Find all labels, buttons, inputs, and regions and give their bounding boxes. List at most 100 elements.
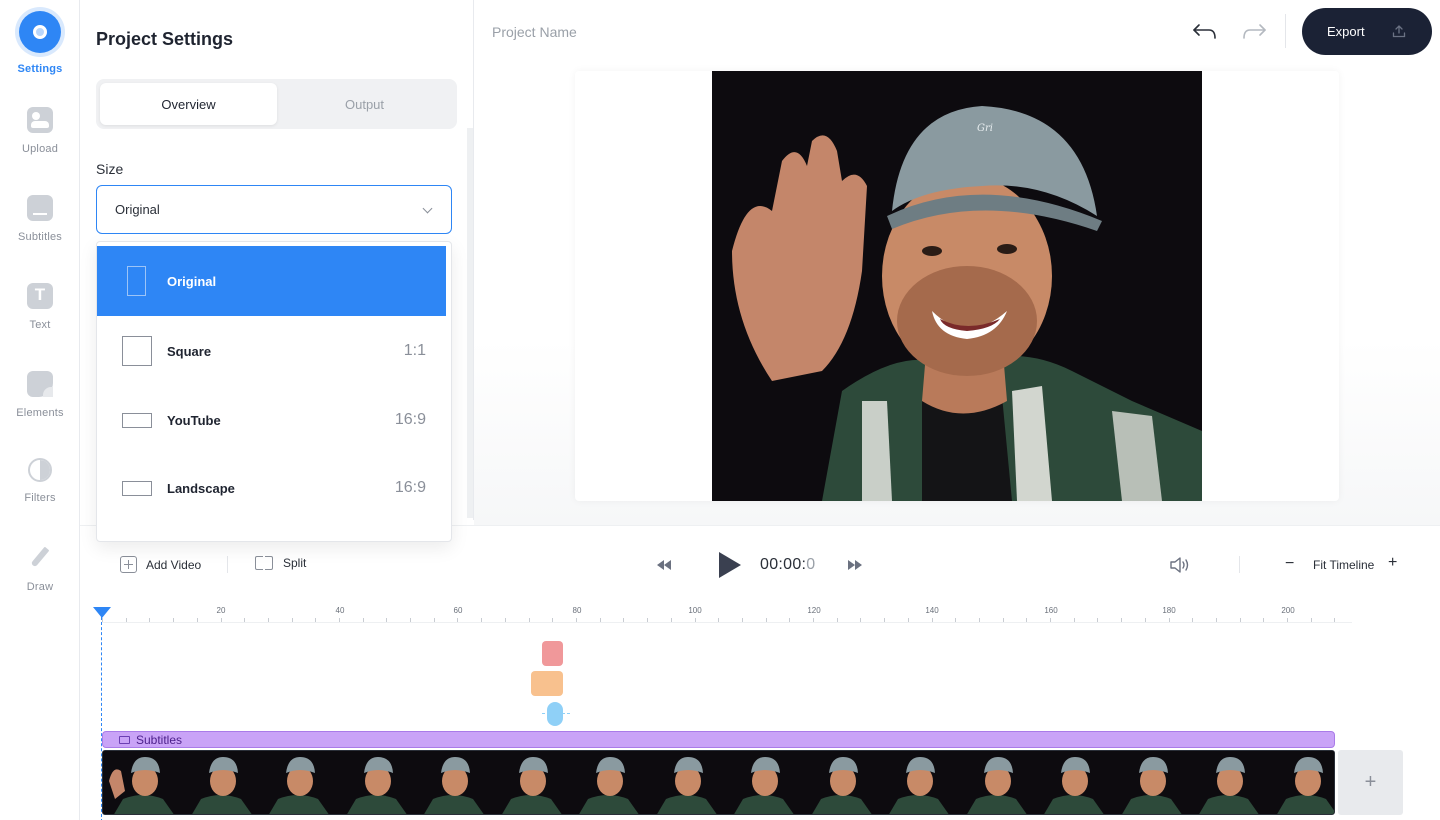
split-button[interactable]: Split [255,554,306,572]
rail-item-upload[interactable]: Upload [0,107,80,155]
playhead-knob[interactable] [93,607,111,618]
ruler-tick [742,618,743,622]
settings-icon [19,11,61,53]
video-thumbnail [413,751,491,814]
video-preview[interactable]: Gri [712,71,1202,501]
ruler-tick [339,618,340,622]
chevron-down-icon [422,203,433,214]
video-frame-image: Gri [712,71,1202,501]
play-icon[interactable] [715,550,743,580]
size-option-ratio: 16:9 [394,479,426,496]
rail-item-filters[interactable]: Filters [0,458,80,504]
ruler-tick [1192,618,1193,622]
ruler-label: 140 [925,606,939,615]
ruler-tick [1097,618,1098,622]
ruler-tick [1074,618,1075,622]
rail-item-settings[interactable]: Settings [0,11,80,75]
ruler-tick [955,618,956,622]
export-label: Export [1327,24,1365,39]
size-option-name: Square [167,343,212,359]
rail-label-filters: Filters [24,492,56,504]
size-label: Size [96,161,124,177]
settings-tabs: Overview Output [96,79,457,129]
square-frame-icon [122,336,152,366]
add-track-button[interactable]: + [1338,750,1403,815]
playhead[interactable] [93,607,111,820]
element-clip[interactable] [531,671,563,696]
ruler-tick [434,618,435,622]
timeline-ruler[interactable]: 20 40 60 80 100 120 140 160 180 200 [102,605,1352,623]
rail-item-draw[interactable]: Draw [0,545,80,593]
upload-arrow-icon [1392,25,1406,38]
ruler-tick [860,618,861,622]
text-clip[interactable] [542,641,563,666]
panel-scrollbar[interactable] [467,128,473,518]
video-thumbnail [335,751,414,814]
controls-divider [1239,556,1240,573]
rail-label-upload: Upload [21,143,59,155]
size-option-name: YouTube [167,412,221,428]
size-option-ratio: 1:1 [403,342,426,359]
fit-timeline-button[interactable]: Fit Timeline [1313,558,1374,572]
ruler-tick [173,618,174,622]
video-track[interactable] [102,750,1335,815]
size-select-value: Original [115,202,160,217]
ruler-tick [576,618,577,622]
timecode-main: 00:00: [760,556,807,573]
zoom-in-button[interactable]: + [1388,554,1397,572]
ruler-tick [600,618,601,622]
subtitle-track[interactable]: Subtitles [102,731,1335,748]
ruler-label: 20 [216,606,226,615]
tab-overview[interactable]: Overview [100,83,277,125]
ruler-tick [315,618,316,622]
size-option-landscape[interactable]: Landscape 16:9 [97,453,446,523]
size-option-youtube[interactable]: YouTube 16:9 [97,385,446,455]
audio-clip[interactable] [547,702,563,726]
size-option-name: Original [167,273,217,289]
project-name[interactable]: Project Name [492,24,577,40]
ruler-tick [1121,618,1122,622]
size-option-original[interactable]: Original [97,246,446,316]
subtitles-icon [119,735,130,744]
ruler-label: 120 [807,606,821,615]
video-thumbnail [1110,751,1189,814]
ruler-tick [837,618,838,622]
ruler-label: 60 [453,606,463,615]
ruler-tick [1169,618,1170,622]
playhead-line [101,617,102,820]
undo-icon[interactable] [1191,22,1219,42]
volume-icon[interactable] [1168,555,1192,575]
size-option-name: Landscape [167,480,235,496]
text-icon [27,283,53,309]
rail-item-elements[interactable]: Elements [0,371,80,419]
rail-label-subtitles: Subtitles [18,231,62,243]
tab-output[interactable]: Output [276,83,453,125]
rail-item-subtitles[interactable]: Subtitles [0,195,80,243]
rail-label-draw: Draw [26,581,54,593]
export-button[interactable]: Export [1302,8,1432,55]
topbar-divider [1285,14,1286,48]
video-thumbnail [723,751,801,814]
subtitles-icon [27,195,53,221]
ruler-label: 180 [1162,606,1176,615]
ruler-tick [932,618,933,622]
size-option-square[interactable]: Square 1:1 [97,316,446,386]
size-select[interactable]: Original [96,185,452,234]
ruler-tick [268,618,269,622]
rail-item-text[interactable]: Text [0,283,80,331]
ruler-tick [410,618,411,622]
fast-forward-icon[interactable] [847,558,863,572]
rail-label-settings: Settings [17,63,63,75]
rewind-icon[interactable] [656,558,672,572]
add-video-button[interactable]: Add Video [120,556,201,573]
zoom-out-button[interactable]: − [1285,555,1294,573]
ruler-tick [386,618,387,622]
ruler-tick [363,618,364,622]
redo-icon[interactable] [1240,22,1268,42]
ruler-label: 100 [688,606,702,615]
size-option-ratio: 16:9 [394,411,426,428]
ruler-tick [552,618,553,622]
ruler-label: 40 [335,606,345,615]
ruler-tick [718,618,719,622]
ruler-tick [1026,618,1027,622]
